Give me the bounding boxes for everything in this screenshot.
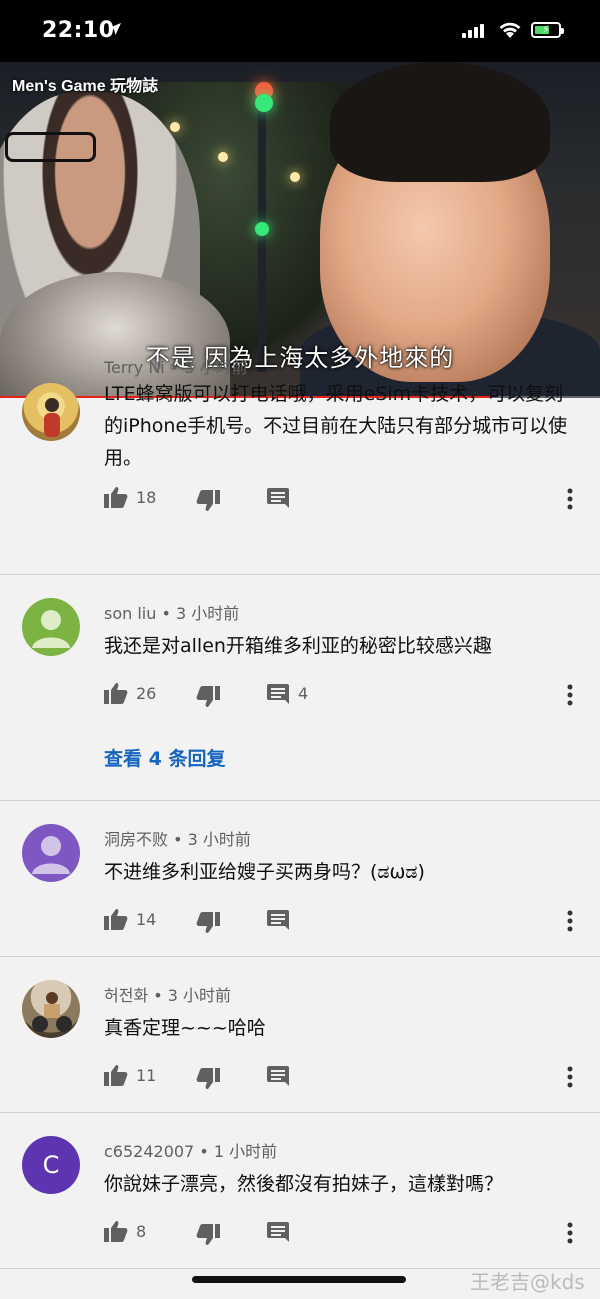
- comment-item: 洞房不败 • 3 小时前 不进维多利亚给嫂子买两身吗？(ಡωಡ) 14: [0, 800, 600, 957]
- street-lamp: [170, 122, 180, 132]
- street-lamp: [218, 152, 228, 162]
- like-count: 8: [136, 1222, 147, 1241]
- thumbs-down-icon[interactable]: [196, 912, 220, 934]
- comment-text: 你說妹子漂亮，然後都沒有拍妹子，這樣對嗎？: [104, 1173, 504, 1195]
- comment-author[interactable]: 허전화 • 3 小时前: [104, 982, 231, 1006]
- avatar[interactable]: [22, 824, 80, 882]
- comment-author[interactable]: son liu • 3 小时前: [104, 600, 239, 624]
- comment-item: C c65242007 • 1 小时前 你說妹子漂亮，然後都沒有拍妹子，這樣對嗎…: [0, 1112, 600, 1269]
- comment-actions: 8: [104, 1220, 584, 1246]
- avatar[interactable]: [22, 980, 80, 1038]
- comment-actions: 18: [104, 486, 584, 512]
- thumbs-down-icon[interactable]: [196, 1224, 220, 1246]
- like-count: 26: [136, 684, 157, 703]
- view-replies-link[interactable]: 查看 4 条回复: [104, 744, 225, 771]
- thumbs-down-icon[interactable]: [196, 490, 220, 512]
- like-count: 18: [136, 488, 157, 507]
- comment-text: 真香定理~~~哈哈: [104, 1017, 266, 1039]
- clock-time: 22:10: [42, 18, 115, 43]
- wifi-icon: [499, 22, 521, 38]
- more-vert-icon[interactable]: [566, 488, 574, 510]
- comment-text: 不进维多利亚给嫂子买两身吗？(ಡωಡ): [104, 861, 425, 883]
- thumbs-up-icon[interactable]: [104, 1220, 128, 1242]
- home-indicator[interactable]: [192, 1276, 406, 1283]
- avatar[interactable]: C: [22, 1136, 80, 1194]
- more-vert-icon[interactable]: [566, 910, 574, 932]
- thumbs-down-icon[interactable]: [196, 1068, 220, 1090]
- more-vert-icon[interactable]: [566, 684, 574, 706]
- comment-author[interactable]: Terry Ni • 3 小时前: [104, 354, 248, 378]
- like-count: 11: [136, 1066, 157, 1085]
- comment-icon[interactable]: [267, 1066, 289, 1086]
- glasses: [5, 132, 96, 162]
- thumbs-up-icon[interactable]: [104, 908, 128, 930]
- cellular-signal-icon: [462, 24, 486, 38]
- channel-brand-logo: Men's Game 玩物誌: [12, 78, 159, 95]
- more-vert-icon[interactable]: [566, 1066, 574, 1088]
- thumbs-down-icon[interactable]: [196, 686, 220, 708]
- comment-icon[interactable]: [267, 1222, 289, 1242]
- video-player[interactable]: Men's Game 玩物誌 不是 因為上海太多外地來的: [0, 62, 600, 398]
- person-right-hair: [330, 62, 550, 182]
- traffic-light-green-lower: [255, 222, 269, 236]
- comment-actions: 14: [104, 908, 584, 934]
- comment-actions: 26 4: [104, 682, 584, 708]
- comment-actions: 11: [104, 1064, 584, 1090]
- comment-author[interactable]: c65242007 • 1 小时前: [104, 1138, 277, 1162]
- battery-icon: ⚡: [531, 22, 564, 38]
- street-lamp: [290, 172, 300, 182]
- comment-author[interactable]: 洞房不败 • 3 小时前: [104, 826, 251, 850]
- comment-text: 我还是对allen开箱维多利亚的秘密比较感兴趣: [104, 635, 492, 657]
- thumbs-up-icon[interactable]: [104, 1064, 128, 1086]
- avatar[interactable]: [22, 383, 80, 441]
- like-count: 14: [136, 910, 157, 929]
- charging-bolt-icon: ⚡: [542, 23, 550, 36]
- more-vert-icon[interactable]: [566, 1222, 574, 1244]
- traffic-light-green: [255, 94, 273, 112]
- comment-icon[interactable]: [267, 684, 289, 704]
- reply-count: 4: [298, 684, 309, 703]
- comment-icon[interactable]: [267, 488, 289, 508]
- status-bar: 22:10 ⚡: [0, 0, 600, 62]
- comment-text: LTE蜂窝版可以打电话哦，采用eSim卡技术，可以复刻的iPhone手机号。不过…: [104, 383, 568, 469]
- comment-item: son liu • 3 小时前 我还是对allen开箱维多利亚的秘密比较感兴趣 …: [0, 574, 600, 801]
- comment-icon[interactable]: [267, 910, 289, 930]
- comment-item: Terry Ni • 3 小时前 LTE蜂窝版可以打电话哦，采用eSim卡技术，…: [0, 358, 600, 575]
- comment-item: 허전화 • 3 小时前 真香定理~~~哈哈 11: [0, 956, 600, 1113]
- battery-nub: [561, 28, 564, 34]
- location-arrow-icon: [109, 23, 121, 35]
- watermark: 王老吉@kds: [470, 1270, 585, 1294]
- avatar-letter: C: [42, 1151, 60, 1179]
- avatar[interactable]: [22, 598, 80, 656]
- thumbs-up-icon[interactable]: [104, 486, 128, 508]
- thumbs-up-icon[interactable]: [104, 682, 128, 704]
